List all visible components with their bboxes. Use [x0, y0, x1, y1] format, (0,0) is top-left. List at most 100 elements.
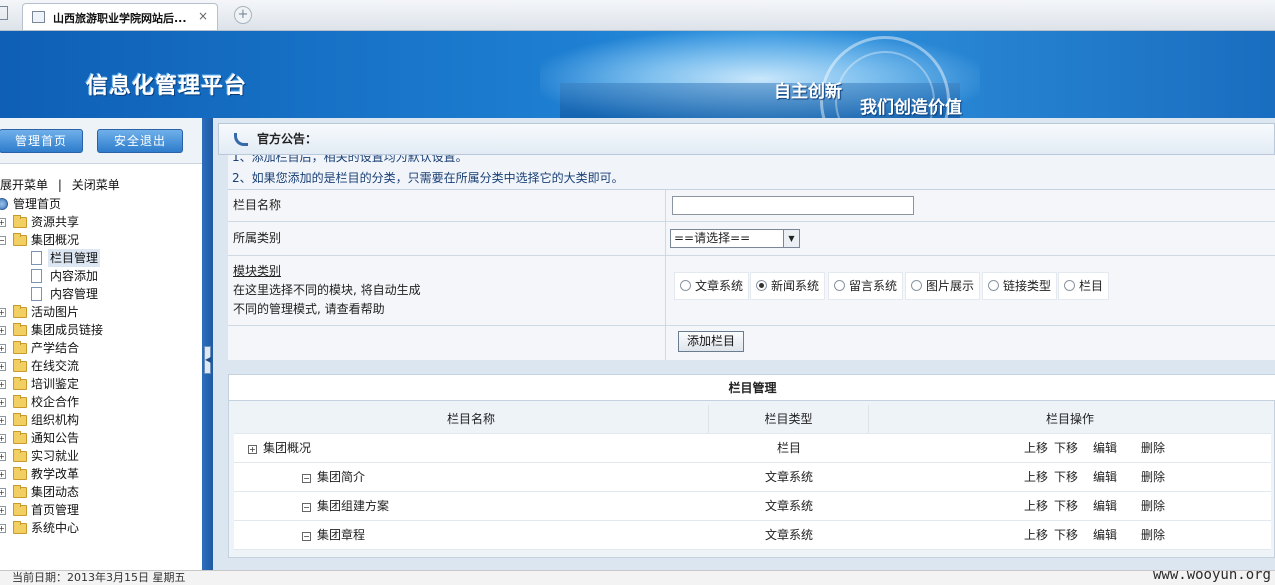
row-op-1[interactable]: 下移 — [1054, 521, 1078, 550]
collapse-icon[interactable]: − — [302, 503, 311, 512]
add-column-button[interactable]: 添加栏目 — [678, 331, 744, 352]
row-name[interactable]: 集团简介 — [317, 470, 365, 484]
tree-folder[interactable]: + 产学结合 — [0, 339, 202, 357]
row-op-3[interactable]: 删除 — [1141, 434, 1165, 463]
expand-icon[interactable]: + — [248, 445, 257, 454]
tree-folder[interactable]: + 活动图片 — [0, 303, 202, 321]
row-name[interactable]: 集团组建方案 — [317, 499, 389, 513]
module-desc-1: 在这里选择不同的模块, 将自动生成 — [233, 283, 421, 297]
expand-icon[interactable]: + — [0, 380, 6, 389]
previous-tab-edge[interactable] — [0, 6, 8, 20]
tree-folder[interactable]: + 首页管理 — [0, 501, 202, 519]
row-op-3[interactable]: 删除 — [1141, 463, 1165, 492]
row-op-0[interactable]: 上移 — [1024, 434, 1048, 463]
expand-icon[interactable]: + — [0, 416, 6, 425]
collapse-menu-link[interactable]: 关闭菜单 — [72, 176, 120, 193]
tree-folder[interactable]: + 校企合作 — [0, 393, 202, 411]
tree-folder[interactable]: + 培训鉴定 — [0, 375, 202, 393]
home-button[interactable]: 管理首页 — [0, 129, 83, 153]
module-radio[interactable]: 图片展示 — [905, 272, 981, 300]
dropdown-arrow-icon[interactable]: ▼ — [783, 230, 799, 247]
collapse-arrow-icon[interactable]: ◀ — [204, 346, 211, 374]
expand-icon[interactable]: + — [0, 470, 6, 479]
module-radio[interactable]: 文章系统 — [674, 272, 750, 300]
module-radio[interactable]: 留言系统 — [828, 272, 904, 300]
row-op-0[interactable]: 上移 — [1024, 492, 1048, 521]
tree-folder[interactable]: + 集团成员链接 — [0, 321, 202, 339]
module-help-link[interactable]: 模块类别 — [233, 262, 665, 281]
module-radio[interactable]: 栏目 — [1058, 272, 1110, 300]
header-name: 栏目名称 — [234, 405, 709, 433]
expand-icon[interactable]: + — [0, 506, 6, 515]
module-radio[interactable]: 链接类型 — [982, 272, 1058, 300]
tree-folder[interactable]: + 集团动态 — [0, 483, 202, 501]
radio-icon[interactable] — [756, 280, 767, 291]
page-icon — [31, 269, 42, 283]
row-op-2[interactable]: 编辑 — [1093, 492, 1117, 521]
row-op-2[interactable]: 编辑 — [1093, 434, 1117, 463]
tree-folder[interactable]: + 通知公告 — [0, 429, 202, 447]
collapse-icon[interactable]: − — [302, 474, 311, 483]
module-radio[interactable]: 新闻系统 — [750, 272, 826, 300]
tree-leaf[interactable]: 栏目管理 — [0, 249, 202, 267]
column-name-input[interactable] — [672, 196, 914, 215]
collapse-icon[interactable]: − — [0, 236, 6, 245]
expand-menu-link[interactable]: 展开菜单 — [0, 176, 48, 193]
category-select[interactable]: ==请选择== ▼ — [670, 229, 800, 248]
row-op-0[interactable]: 上移 — [1024, 521, 1048, 550]
module-label-cell: 模块类别 在这里选择不同的模块, 将自动生成 不同的管理模式, 请查看帮助 — [228, 256, 666, 325]
tree-root[interactable]: 管理首页 — [0, 195, 202, 213]
browser-tab[interactable]: 山西旅游职业学院网站后... × — [22, 3, 218, 30]
tree-folder[interactable]: + 系统中心 — [0, 519, 202, 537]
row-name-cell: + 集团概况 — [234, 434, 709, 462]
row-ops: 上移 下移 编辑 删除 — [869, 521, 1271, 549]
row-name[interactable]: 集团章程 — [317, 528, 365, 542]
row-op-2[interactable]: 编辑 — [1093, 463, 1117, 492]
radio-icon[interactable] — [911, 280, 922, 291]
tree-folder[interactable]: + 教学改革 — [0, 465, 202, 483]
page-icon — [32, 11, 45, 23]
expand-icon[interactable]: + — [0, 488, 6, 497]
expand-icon[interactable]: + — [0, 344, 6, 353]
expand-icon[interactable]: + — [0, 452, 6, 461]
submit-cell: 添加栏目 — [666, 326, 1275, 360]
submit-empty-cell — [228, 326, 666, 360]
expand-icon[interactable]: + — [0, 524, 6, 533]
row-op-1[interactable]: 下移 — [1054, 492, 1078, 521]
tree-leaf[interactable]: 内容添加 — [0, 267, 202, 285]
collapse-icon[interactable]: − — [302, 532, 311, 541]
logout-button[interactable]: 安全退出 — [97, 129, 183, 153]
radio-icon[interactable] — [680, 280, 691, 291]
row-op-3[interactable]: 删除 — [1141, 521, 1165, 550]
close-tab-icon[interactable]: × — [198, 9, 208, 23]
expand-icon[interactable]: + — [0, 308, 6, 317]
tree-leaf-label: 内容添加 — [50, 269, 99, 283]
tree-folder[interactable]: + 资源共享 — [0, 213, 202, 231]
expand-icon[interactable]: + — [0, 326, 6, 335]
row-op-3[interactable]: 删除 — [1141, 492, 1165, 521]
new-tab-icon[interactable]: + — [234, 6, 252, 24]
tree-leaf[interactable]: 内容管理 — [0, 285, 202, 303]
name-cell — [666, 190, 1275, 221]
expand-icon[interactable]: + — [0, 218, 6, 227]
tree-folder[interactable]: + 在线交流 — [0, 357, 202, 375]
sidebar-top-buttons: 管理首页 安全退出 — [0, 118, 202, 164]
row-type: 栏目 — [776, 441, 801, 455]
radio-icon[interactable] — [834, 280, 845, 291]
row-type: 文章系统 — [764, 528, 813, 542]
tree-folder[interactable]: + 实习就业 — [0, 447, 202, 465]
row-op-1[interactable]: 下移 — [1054, 463, 1078, 492]
expand-icon[interactable]: + — [0, 434, 6, 443]
sidebar-splitter[interactable]: ◀ — [202, 118, 213, 570]
radio-icon[interactable] — [988, 280, 999, 291]
expand-icon[interactable]: + — [0, 362, 6, 371]
tree-folder[interactable]: − 集团概况 — [0, 231, 202, 249]
tree-folder[interactable]: + 组织机构 — [0, 411, 202, 429]
expand-icon[interactable]: + — [0, 398, 6, 407]
row-op-0[interactable]: 上移 — [1024, 463, 1048, 492]
row-op-2[interactable]: 编辑 — [1093, 521, 1117, 550]
row-name[interactable]: 集团概况 — [263, 441, 311, 455]
radio-icon[interactable] — [1064, 280, 1075, 291]
row-op-1[interactable]: 下移 — [1054, 434, 1078, 463]
module-radio-label: 留言系统 — [849, 279, 898, 293]
